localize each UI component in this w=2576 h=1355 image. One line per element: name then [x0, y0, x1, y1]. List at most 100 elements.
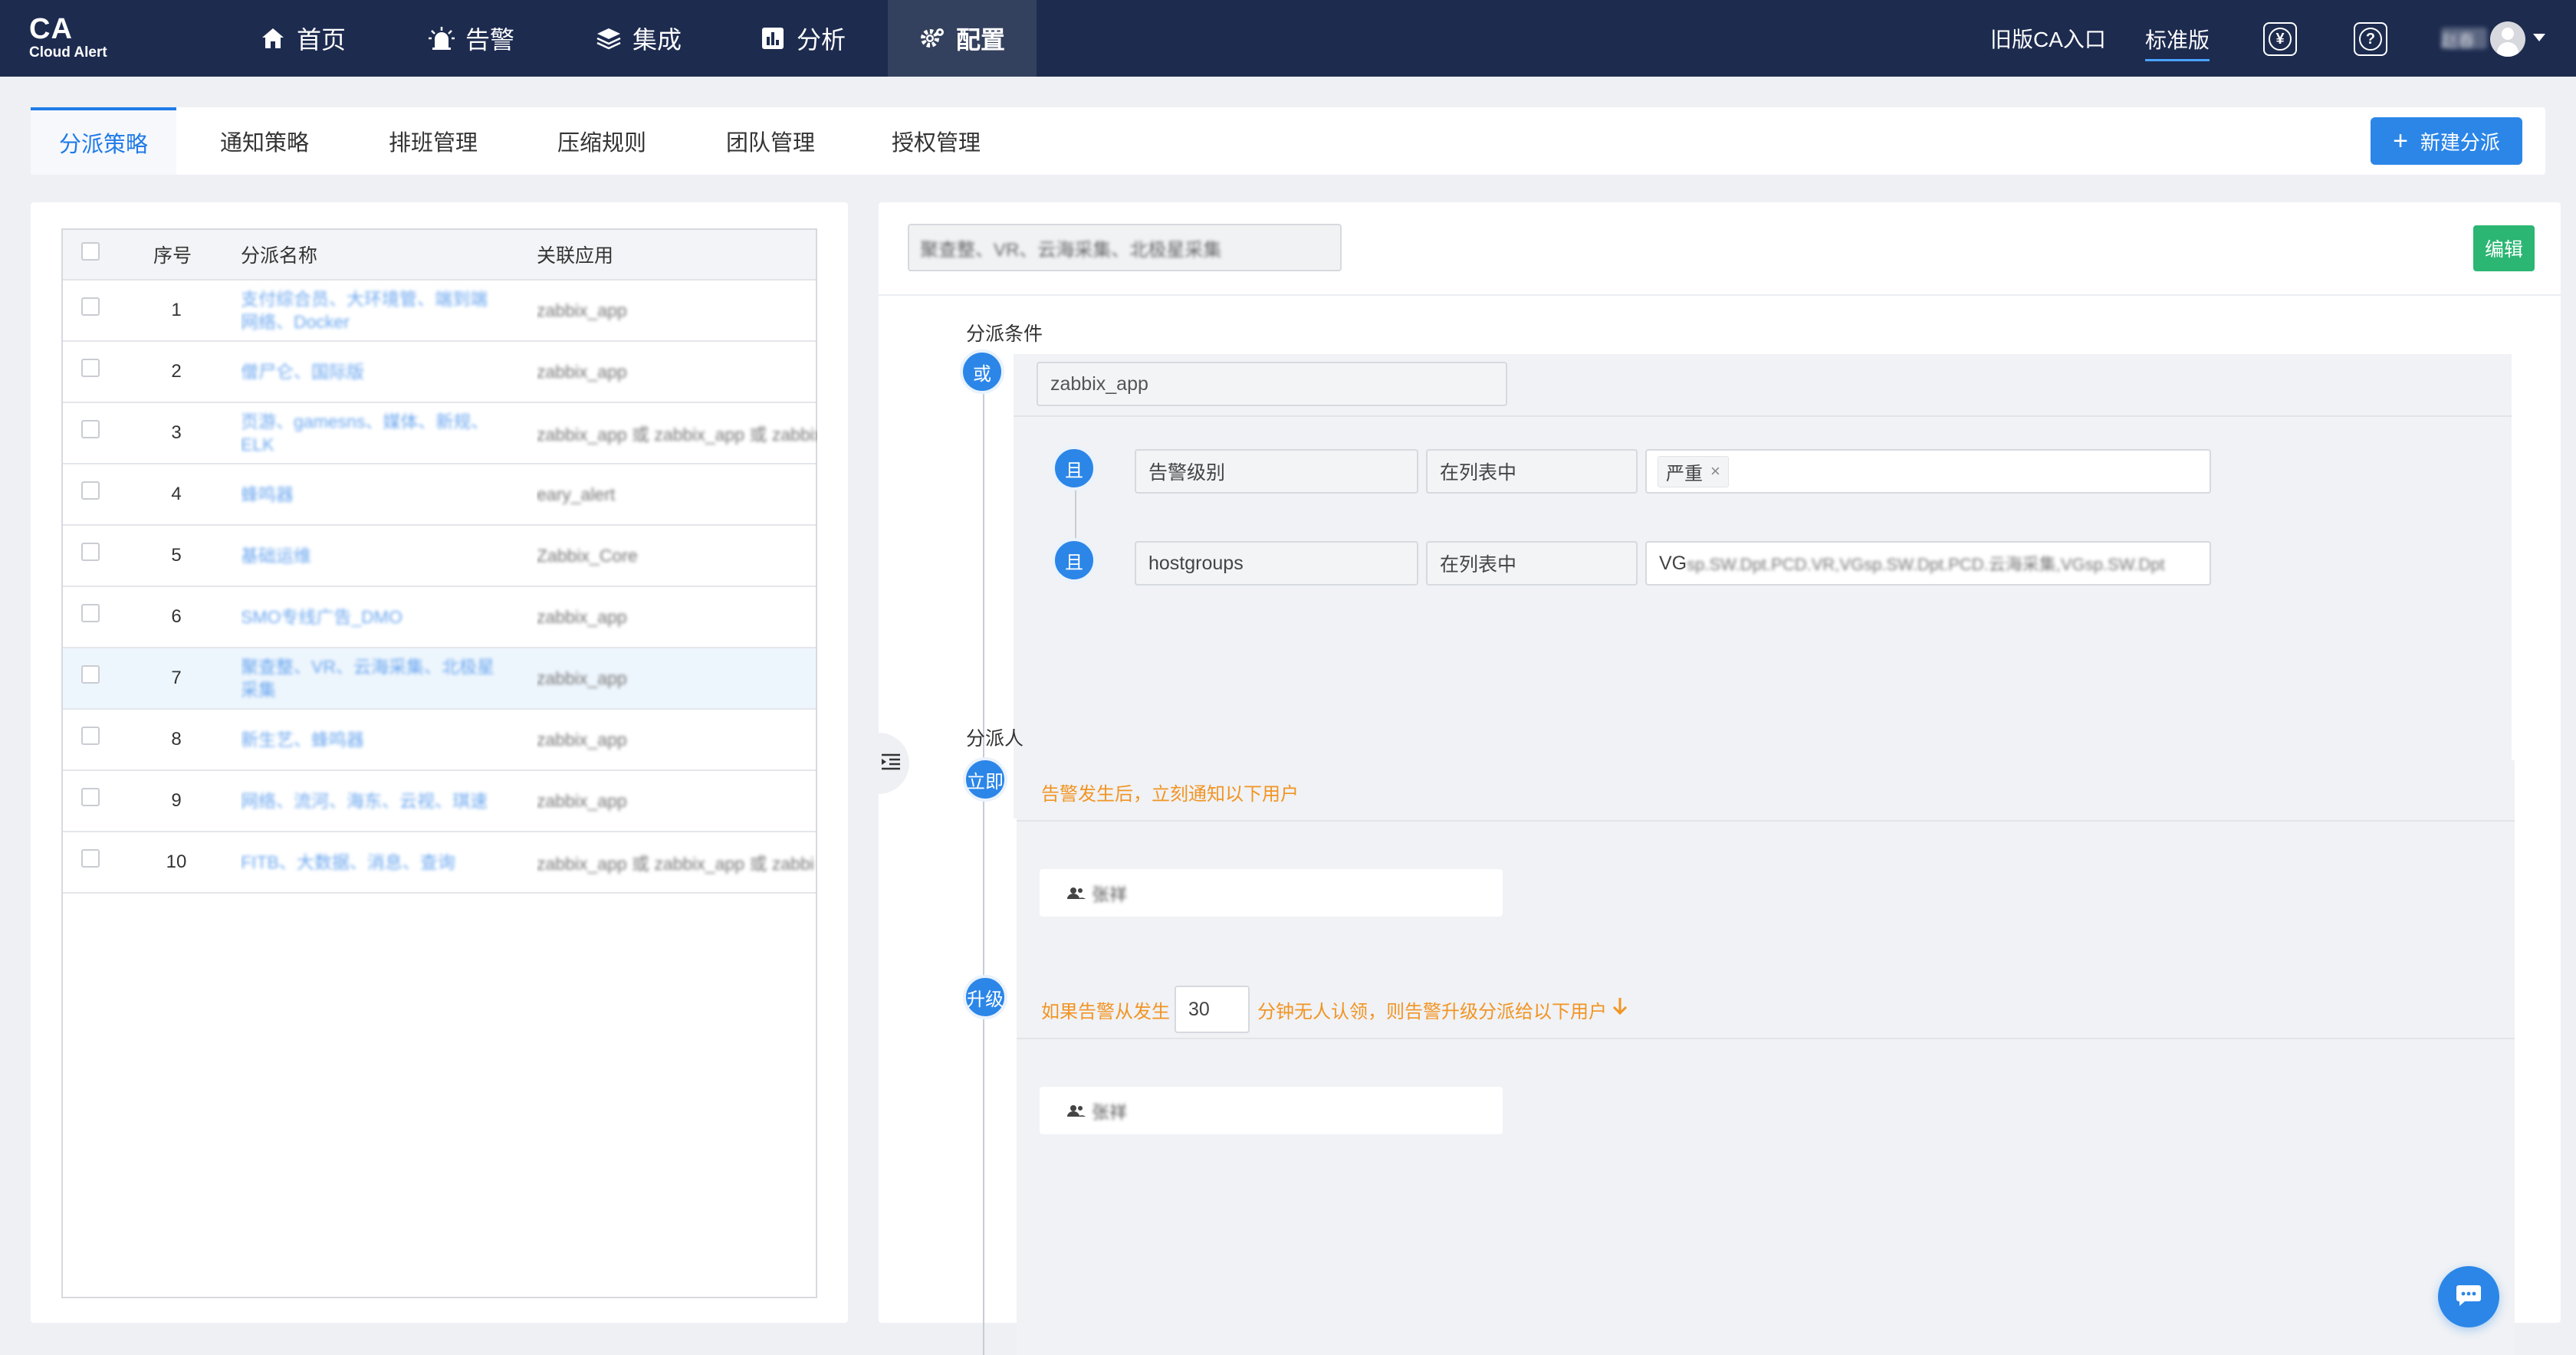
assignee-title: 分派人 — [966, 728, 1024, 750]
nav-item-alerts[interactable]: 告警 — [414, 0, 529, 77]
row-name-link[interactable]: 基础运维 — [241, 544, 311, 567]
escalate-badge: 升级 — [963, 975, 1007, 1019]
new-dispatch-button[interactable]: + 新建分派 — [2371, 117, 2522, 165]
row-checkbox[interactable] — [81, 543, 100, 561]
immediate-user-box[interactable]: 张祥 — [1040, 869, 1503, 917]
new-dispatch-label: 新建分派 — [2420, 130, 2500, 154]
tab-notify-policy[interactable]: 通知策略 — [199, 107, 330, 175]
dispatch-detail-panel: 聚查整、VR、云海采集、北极星采集 编辑 分派条件 或 zabbix_app 且… — [879, 202, 2561, 1355]
row-checkbox[interactable] — [81, 297, 100, 316]
nav-item-home[interactable]: 首页 — [245, 0, 360, 77]
escalate-minutes-input[interactable]: 30 — [1175, 986, 1250, 1033]
condition-operator-2[interactable]: 在列表中 — [1426, 541, 1638, 586]
row-app: zabbix_app — [537, 668, 627, 688]
tab-schedule[interactable]: 排班管理 — [368, 107, 498, 175]
row-name-link[interactable]: 支付综合员、大环境管、端到端网络、Docker — [241, 287, 501, 333]
row-app-cell: zabbix_app — [537, 771, 817, 831]
row-app-cell: zabbix_app — [537, 342, 817, 402]
condition-field-1[interactable]: 告警级别 — [1135, 449, 1418, 494]
row-name-cell: SMO专线广告_DMO — [241, 587, 501, 647]
row-app: zabbix_app 或 zabbix_app 或 zabbi — [537, 854, 814, 874]
condition-operator-1[interactable]: 在列表中 — [1426, 449, 1638, 494]
tab-dispatch-policy[interactable]: 分派策略 — [31, 107, 176, 175]
table-row[interactable]: 3 页游、gamesns、媒体、新规、ELK zabbix_app 或 zabbix… — [63, 403, 817, 464]
row-index: 8 — [171, 729, 182, 750]
billing-button[interactable]: ¥ — [2263, 22, 2297, 56]
dispatch-table: 序号 分派名称 关联应用 1 支付综合员、大环境管、端到端网络、Docker zab… — [61, 228, 817, 1298]
chevron-down-icon[interactable] — [2533, 34, 2545, 41]
row-app: zabbix_app 或 zabbix_app 或 zabbix — [537, 425, 817, 445]
brand-logo[interactable]: CA Cloud Alert — [29, 14, 107, 61]
table-row[interactable]: 4 蜂鸣器 eary_alert — [63, 464, 816, 526]
row-name-link[interactable]: SMO专线广告_DMO — [241, 605, 402, 628]
table-row[interactable]: 5 基础运维 Zabbix_Core — [63, 526, 816, 587]
username[interactable]: 赵春 — [2441, 28, 2487, 51]
row-checkbox-cell — [81, 587, 100, 647]
legacy-entry-link[interactable]: 旧版CA入口 — [1990, 0, 2106, 77]
nav-item-config[interactable]: 配置 — [888, 0, 1037, 77]
tab-team-management[interactable]: 团队管理 — [705, 107, 836, 175]
nav-item-integrations[interactable]: 集成 — [581, 0, 696, 77]
hostgroups-value: sp.SW.Dpt.PCD.VR,VGsp.SW.Dpt.PCD.云海采集,VG… — [1687, 555, 2165, 574]
select-all-checkbox[interactable] — [81, 242, 100, 261]
alarm-light-icon — [428, 25, 455, 51]
table-row[interactable]: 8 新生艺、蜂鸣器 zabbix_app — [63, 710, 816, 771]
row-checkbox[interactable] — [81, 727, 100, 745]
conditions-divider — [1014, 415, 2512, 417]
escalate-user-box[interactable]: 张祥 — [1040, 1087, 1503, 1134]
table-row[interactable]: 1 支付综合员、大环境管、端到端网络、Docker zabbix_app — [63, 281, 816, 342]
table-row[interactable]: 2 僧尸仑、国际版 zabbix_app — [63, 342, 816, 403]
help-button[interactable]: ? — [2354, 22, 2387, 56]
row-name-link[interactable]: 新生艺、蜂鸣器 — [241, 728, 364, 751]
table-row[interactable]: 10 FITB、大数据、消息、查询 zabbix_app 或 zabbix_app … — [63, 832, 816, 894]
row-checkbox[interactable] — [81, 665, 100, 684]
username-text: 赵春 — [2441, 31, 2476, 51]
avatar[interactable] — [2490, 21, 2525, 57]
row-name-link[interactable]: 僧尸仑、国际版 — [241, 360, 364, 383]
table-row[interactable]: 9 网络、流河、海东、云视、琪速 zabbix_app — [63, 771, 816, 832]
row-name-link[interactable]: FITB、大数据、消息、查询 — [241, 851, 455, 874]
layers-icon — [596, 25, 622, 51]
row-checkbox-cell — [81, 832, 100, 892]
nav-item-analytics[interactable]: 分析 — [745, 0, 860, 77]
policy-name-value: 聚查整、VR、云海采集、北极星采集 — [920, 239, 1222, 261]
row-name-link[interactable]: 蜂鸣器 — [241, 483, 294, 506]
app-select[interactable]: zabbix_app — [1037, 362, 1507, 406]
row-checkbox[interactable] — [81, 420, 100, 438]
row-name-cell: 网络、流河、海东、云视、琪速 — [241, 771, 501, 831]
condition-value-2[interactable]: VG sp.SW.Dpt.PCD.VR,VGsp.SW.Dpt.PCD.云海采集… — [1645, 541, 2211, 586]
row-checkbox[interactable] — [81, 481, 100, 500]
row-checkbox-cell — [81, 281, 100, 340]
table-header: 序号 分派名称 关联应用 — [63, 230, 816, 281]
tab-compress-rules[interactable]: 压缩规则 — [537, 107, 667, 175]
row-checkbox-cell — [81, 342, 100, 402]
row-app: zabbix_app — [537, 361, 627, 382]
table-row[interactable]: 6 SMO专线广告_DMO zabbix_app — [63, 587, 816, 648]
row-app: Zabbix_Core — [537, 545, 638, 566]
edition-switch[interactable]: 标准版 — [2145, 0, 2210, 77]
tab-authorization[interactable]: 授权管理 — [871, 107, 1001, 175]
close-icon[interactable]: × — [1710, 461, 1720, 481]
row-checkbox[interactable] — [81, 604, 100, 622]
policy-name-field[interactable]: 聚查整、VR、云海采集、北极星采集 — [908, 224, 1342, 271]
row-name-link[interactable]: 页游、gamesns、媒体、新规、ELK — [241, 410, 501, 456]
chat-support-button[interactable] — [2438, 1266, 2499, 1327]
conditions-group — [1014, 354, 2512, 819]
condition-field-2[interactable]: hostgroups — [1135, 541, 1418, 586]
row-checkbox[interactable] — [81, 849, 100, 868]
condition-value-1[interactable]: 严重 × — [1645, 449, 2211, 494]
top-navbar: CA Cloud Alert 首页 告警 集成 分析 配置 旧版CA入口 标准版 — [0, 0, 2576, 77]
nav-item-label: 首页 — [296, 26, 346, 54]
row-name-link[interactable]: 网络、流河、海东、云视、琪速 — [241, 789, 488, 812]
table-row[interactable]: 7 聚查整、VR、云海采集、北极星采集 zabbix_app — [63, 648, 816, 710]
yen-icon: ¥ — [2269, 28, 2292, 51]
row-checkbox-cell — [81, 710, 100, 769]
gear-icon — [919, 25, 945, 51]
row-checkbox[interactable] — [81, 359, 100, 377]
edit-button[interactable]: 编辑 — [2473, 225, 2535, 271]
nav-item-label: 分析 — [796, 26, 846, 54]
row-checkbox-cell — [81, 526, 100, 586]
row-checkbox[interactable] — [81, 788, 100, 806]
conditions-title: 分派条件 — [966, 323, 1043, 345]
row-name-link[interactable]: 聚查整、VR、云海采集、北极星采集 — [241, 655, 501, 701]
